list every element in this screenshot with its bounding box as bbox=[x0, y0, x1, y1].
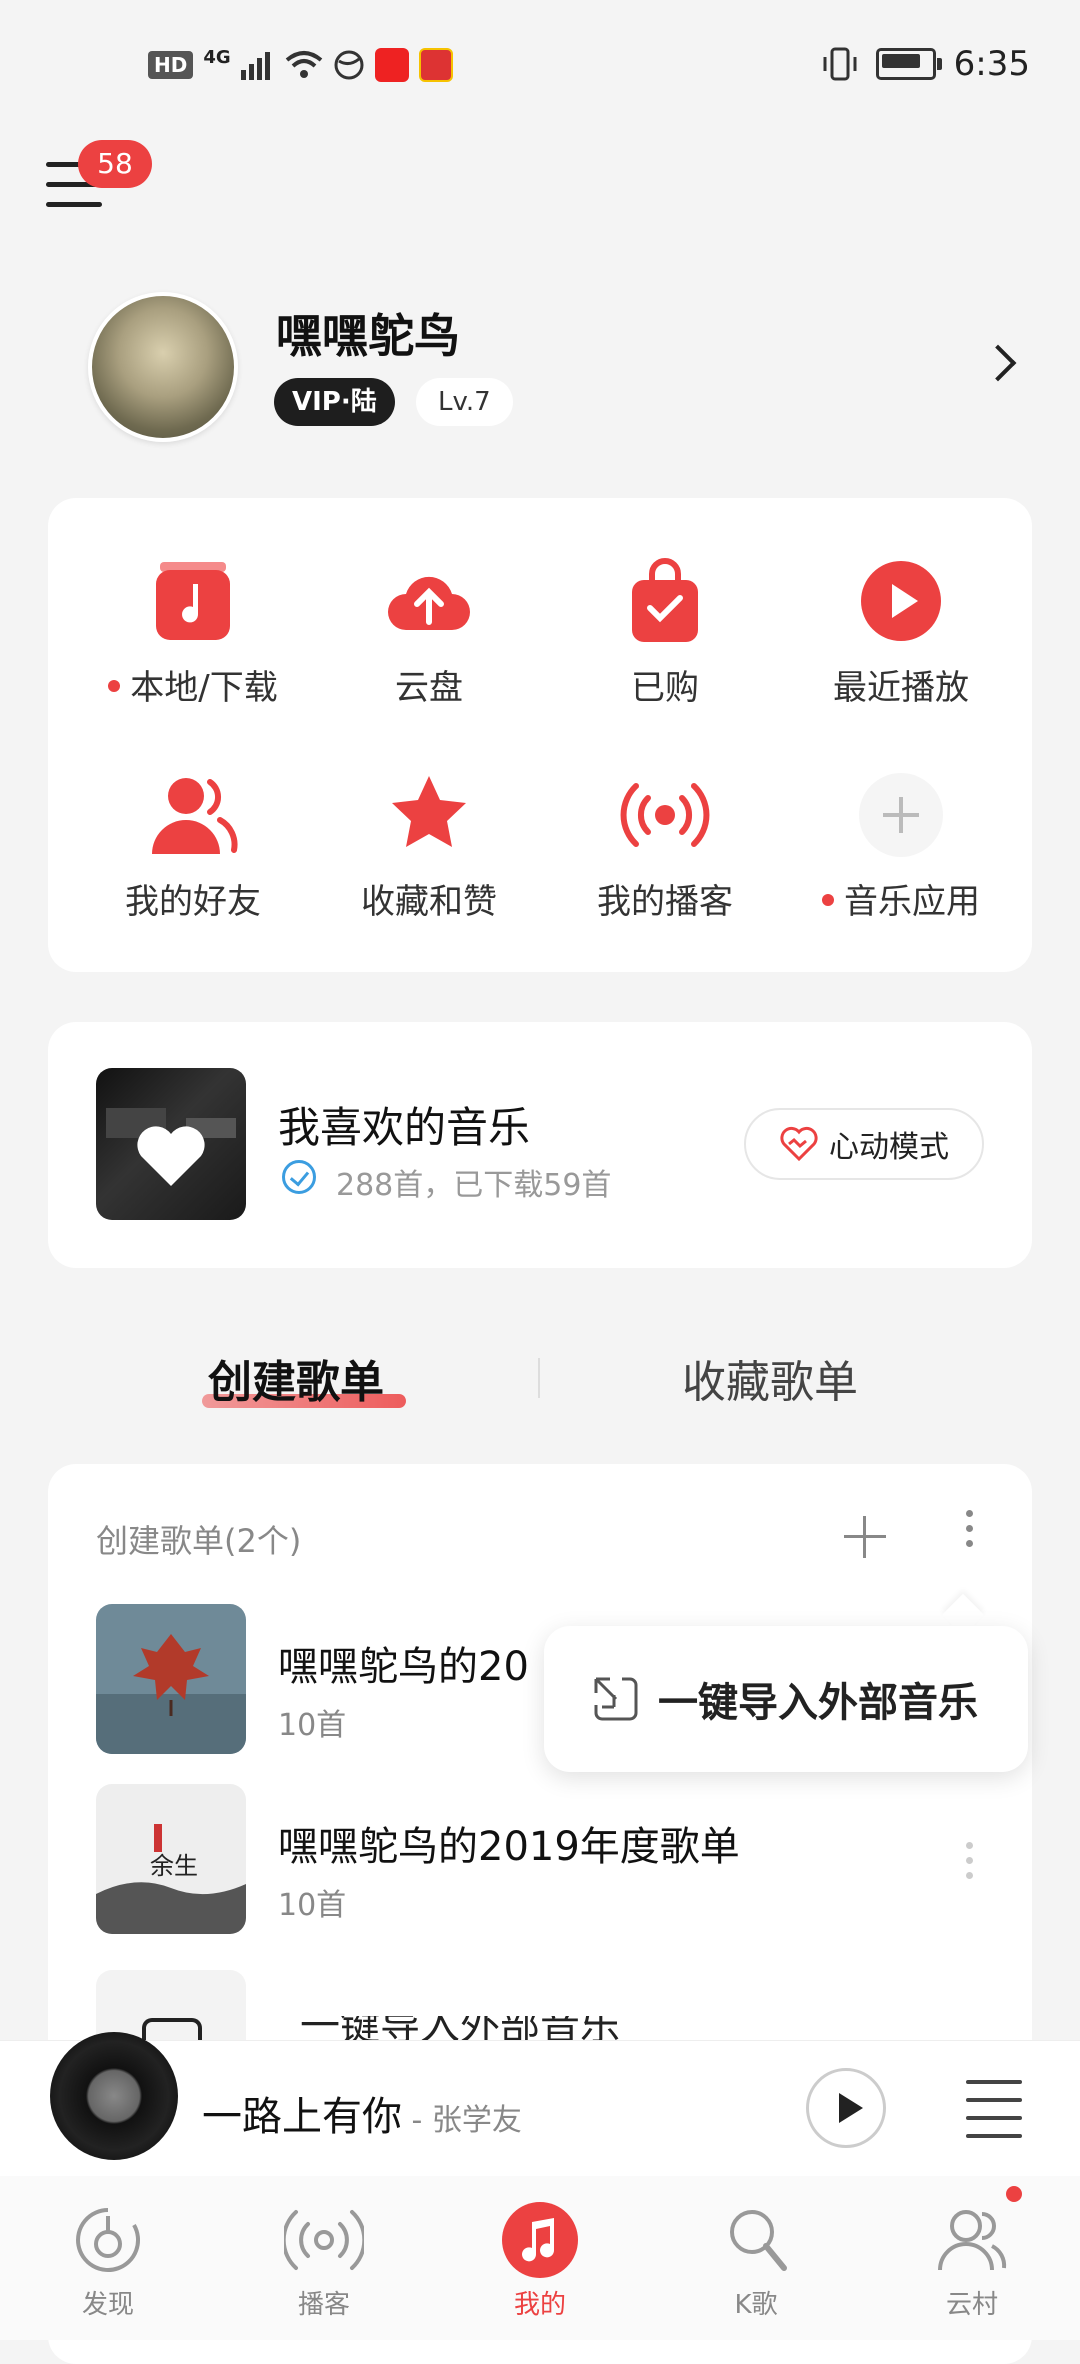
playlist-queue-icon[interactable] bbox=[966, 2076, 1022, 2138]
nav-label: 播客 bbox=[297, 2290, 350, 2320]
network-type: 4G bbox=[203, 46, 231, 68]
battery-icon bbox=[875, 48, 942, 80]
grid-item-music-apps[interactable]: 音乐应用 bbox=[786, 770, 1016, 923]
import-popup-label: 一键导入外部音乐 bbox=[658, 1680, 978, 1726]
nav-label: K歌 bbox=[734, 2290, 778, 2320]
grid-item-friends[interactable]: 我的好友 bbox=[78, 770, 308, 923]
new-dot bbox=[108, 679, 121, 692]
level-badge[interactable]: Lv.7 bbox=[416, 378, 513, 426]
vip-badge[interactable]: VIP·陆 bbox=[274, 378, 395, 426]
more-options-icon[interactable] bbox=[966, 1510, 974, 1555]
flipboard-icon bbox=[374, 48, 409, 82]
new-dot bbox=[822, 893, 834, 906]
nav-discover[interactable]: 发现 bbox=[38, 2200, 178, 2321]
broadcast-icon bbox=[620, 770, 710, 860]
music-note-icon bbox=[148, 556, 238, 646]
grid-item-favorites[interactable]: 收藏和赞 bbox=[314, 770, 544, 923]
grid-label: 我的好友 bbox=[125, 882, 261, 922]
grid-item-recent[interactable]: 最近播放 bbox=[786, 556, 1016, 709]
heartbeat-mode-label: 心动模式 bbox=[829, 1130, 949, 1165]
nav-podcast[interactable]: 播客 bbox=[254, 2200, 394, 2321]
grid-label: 音乐应用 bbox=[844, 882, 980, 922]
now-playing[interactable]: 一路上有你 - 张学友 bbox=[202, 2084, 522, 2142]
wifi-icon bbox=[285, 51, 322, 78]
shopping-bag-icon bbox=[620, 556, 710, 646]
cover-text: 余生 bbox=[150, 1852, 198, 1880]
microphone-icon bbox=[716, 2200, 796, 2280]
add-playlist-icon[interactable] bbox=[840, 1512, 890, 1562]
grid-label: 本地/下载 bbox=[130, 668, 278, 708]
tab-divider bbox=[538, 1358, 540, 1398]
nav-label: 发现 bbox=[81, 2290, 134, 2320]
plus-icon bbox=[856, 770, 946, 860]
hd-badge: HD bbox=[148, 51, 194, 79]
album-disc[interactable] bbox=[50, 2032, 178, 2160]
heartbeat-mode-button[interactable]: 心动模式 bbox=[744, 1108, 984, 1180]
tab-created-playlists[interactable]: 创建歌单 bbox=[208, 1346, 384, 1410]
liked-music-cover[interactable] bbox=[96, 1068, 246, 1220]
song-title: 一路上有你 bbox=[202, 2094, 402, 2140]
quick-access-card: 本地/下载 云盘 已购 最近播放 我的好友 收藏和赞 我的播客 音乐应用 bbox=[48, 498, 1032, 972]
playlist-more-icon[interactable] bbox=[966, 1842, 974, 1887]
avatar[interactable] bbox=[88, 292, 238, 442]
grid-item-local-download[interactable]: 本地/下载 bbox=[78, 556, 308, 709]
notification-badge: 58 bbox=[78, 140, 152, 188]
nav-label: 云村 bbox=[945, 2290, 998, 2320]
vibrate-icon bbox=[823, 47, 857, 81]
import-popup[interactable]: 一键导入外部音乐 bbox=[544, 1626, 1028, 1772]
playlist-title[interactable]: 嘿嘿鸵鸟的2019年度歌单 bbox=[278, 1814, 740, 1872]
playlist-cover[interactable] bbox=[96, 1604, 246, 1754]
nav-karaoke[interactable]: K歌 bbox=[686, 2200, 826, 2321]
friends-icon bbox=[148, 770, 238, 860]
chevron-right-icon[interactable] bbox=[979, 344, 1017, 382]
discover-icon bbox=[68, 2200, 148, 2280]
grid-item-podcast[interactable]: 我的播客 bbox=[550, 770, 780, 923]
heartbeat-icon bbox=[780, 1126, 818, 1162]
signal-icon bbox=[240, 52, 270, 80]
globe-icon bbox=[334, 50, 364, 80]
import-icon bbox=[594, 1677, 638, 1721]
heart-icon bbox=[137, 1126, 205, 1186]
status-left: HD 4G bbox=[148, 46, 453, 82]
liked-music-title: 我喜欢的音乐 bbox=[278, 1103, 531, 1152]
song-artist: - 张学友 bbox=[402, 2103, 522, 2138]
community-icon bbox=[932, 2200, 1012, 2280]
nav-mine[interactable]: 我的 bbox=[470, 2200, 610, 2321]
nav-label: 我的 bbox=[513, 2290, 566, 2320]
playlist-section-header: 创建歌单(2个) bbox=[96, 1522, 302, 1560]
playlist-count: 10首 bbox=[278, 1708, 347, 1743]
grid-item-cloud[interactable]: 云盘 bbox=[314, 556, 544, 709]
huya-icon bbox=[418, 48, 453, 82]
playlist-title[interactable]: 嘿嘿鸵鸟的20 bbox=[278, 1634, 529, 1692]
grid-label: 最近播放 bbox=[833, 668, 969, 708]
playlist-count: 10首 bbox=[278, 1888, 347, 1923]
liked-music-subtitle: 288首，已下载59首 bbox=[336, 1168, 612, 1203]
grid-item-purchased[interactable]: 已购 bbox=[550, 556, 780, 709]
username[interactable]: 嘿嘿鸵鸟 bbox=[276, 300, 460, 366]
tab-collected-playlists[interactable]: 收藏歌单 bbox=[682, 1346, 858, 1410]
grid-label: 云盘 bbox=[395, 668, 463, 708]
grid-label: 已购 bbox=[631, 668, 699, 708]
music-icon bbox=[500, 2200, 580, 2280]
grid-label: 我的播客 bbox=[597, 882, 733, 922]
cloud-upload-icon bbox=[384, 556, 474, 646]
import-row-label[interactable]: 一键导入外部音乐 bbox=[300, 2016, 620, 2040]
nav-community[interactable]: 云村 bbox=[902, 2200, 1042, 2321]
status-right: 6:35 bbox=[822, 44, 1030, 84]
star-icon bbox=[384, 770, 474, 860]
clock: 6:35 bbox=[953, 44, 1030, 84]
grid-label: 收藏和赞 bbox=[361, 882, 497, 922]
play-circle-icon bbox=[856, 556, 946, 646]
playlist-cover[interactable]: 余生 bbox=[96, 1784, 246, 1934]
podcast-icon bbox=[281, 2200, 367, 2280]
downloaded-check-icon bbox=[282, 1160, 316, 1194]
vip-label: VIP·陆 bbox=[292, 387, 377, 417]
play-button[interactable] bbox=[806, 2068, 886, 2148]
